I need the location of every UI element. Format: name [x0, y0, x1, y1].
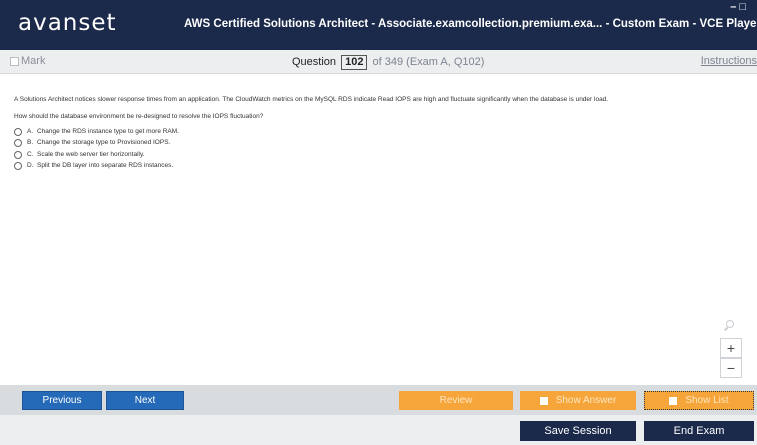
- option-d-radio[interactable]: [14, 162, 22, 171]
- save-session-label: Save Session: [544, 425, 612, 437]
- save-session-button[interactable]: Save Session: [520, 421, 636, 441]
- review-button-label: Review: [439, 395, 473, 406]
- show-answer-button[interactable]: Show Answer: [520, 391, 636, 410]
- zoom-out-button[interactable]: −: [720, 358, 742, 378]
- question-prompt: How should the database environment be r…: [14, 112, 264, 120]
- window-controls[interactable]: –□: [730, 1, 749, 13]
- show-list-button[interactable]: Show List: [644, 391, 754, 410]
- end-exam-label: End Exam: [673, 425, 725, 437]
- search-icon[interactable]: [724, 320, 734, 331]
- option-c-letter: C.: [27, 150, 34, 158]
- option-b-letter: B.: [27, 139, 34, 146]
- option-d-letter: D.: [27, 162, 34, 169]
- show-list-label: Show List: [685, 395, 729, 406]
- question-header-bar: Mark Question 102 of 349 (Exam A, Q102) …: [0, 50, 757, 74]
- end-exam-button[interactable]: End Exam: [644, 421, 754, 441]
- question-content: A Solutions Architect notices slower res…: [14, 96, 744, 172]
- option-b-radio[interactable]: [14, 139, 22, 148]
- option-b-text: Change the storage type to Provisioned I…: [37, 139, 171, 146]
- show-answer-label: Show Answer: [555, 395, 617, 406]
- option-b[interactable]: B. Change the storage type to Provisione…: [14, 138, 744, 150]
- title-bar: avanset AWS Certified Solutions Architec…: [0, 0, 757, 50]
- option-c-text: Scale the web server tier horizontally.: [37, 150, 145, 158]
- search-icon-handle: [724, 326, 728, 331]
- previous-button[interactable]: Previous: [22, 391, 102, 410]
- action-bar: Save Session End Exam: [0, 415, 757, 445]
- navigation-bar: Previous Next Review Show Answer Show Li…: [0, 385, 757, 415]
- mark-checkbox[interactable]: [10, 57, 19, 66]
- zoom-in-button[interactable]: +: [720, 338, 742, 358]
- question-label: Question: [292, 56, 337, 68]
- instructions-link[interactable]: Instructions: [701, 55, 757, 67]
- previous-button-label: Previous: [42, 395, 82, 406]
- review-button[interactable]: Review: [399, 391, 513, 410]
- option-a[interactable]: A. Change the RDS instance type to get m…: [14, 126, 744, 138]
- mark-label[interactable]: Mark: [21, 55, 45, 67]
- question-counter: Question 102 of 349 (Exam A, Q102): [292, 55, 484, 70]
- option-a-radio[interactable]: [14, 127, 22, 136]
- show-answer-checkbox[interactable]: [539, 396, 548, 405]
- question-stem: A Solutions Architect notices slower res…: [14, 96, 609, 103]
- next-button[interactable]: Next: [106, 391, 184, 410]
- option-c-radio[interactable]: [14, 150, 22, 159]
- option-c[interactable]: C. Scale the web server tier horizontall…: [14, 149, 744, 161]
- avanset-logo: avanset: [18, 10, 117, 36]
- window-title: AWS Certified Solutions Architect - Asso…: [184, 18, 757, 30]
- option-d[interactable]: D. Split the DB layer into separate RDS …: [14, 161, 744, 173]
- option-a-letter: A.: [27, 127, 34, 135]
- question-total: of 349 (Exam A, Q102): [372, 56, 485, 68]
- show-list-checkbox[interactable]: [669, 396, 678, 405]
- question-number-input[interactable]: 102: [341, 55, 368, 70]
- next-button-label: Next: [134, 395, 156, 406]
- option-d-text: Split the DB layer into separate RDS ins…: [37, 162, 174, 169]
- option-a-text: Change the RDS instance type to get more…: [37, 127, 179, 135]
